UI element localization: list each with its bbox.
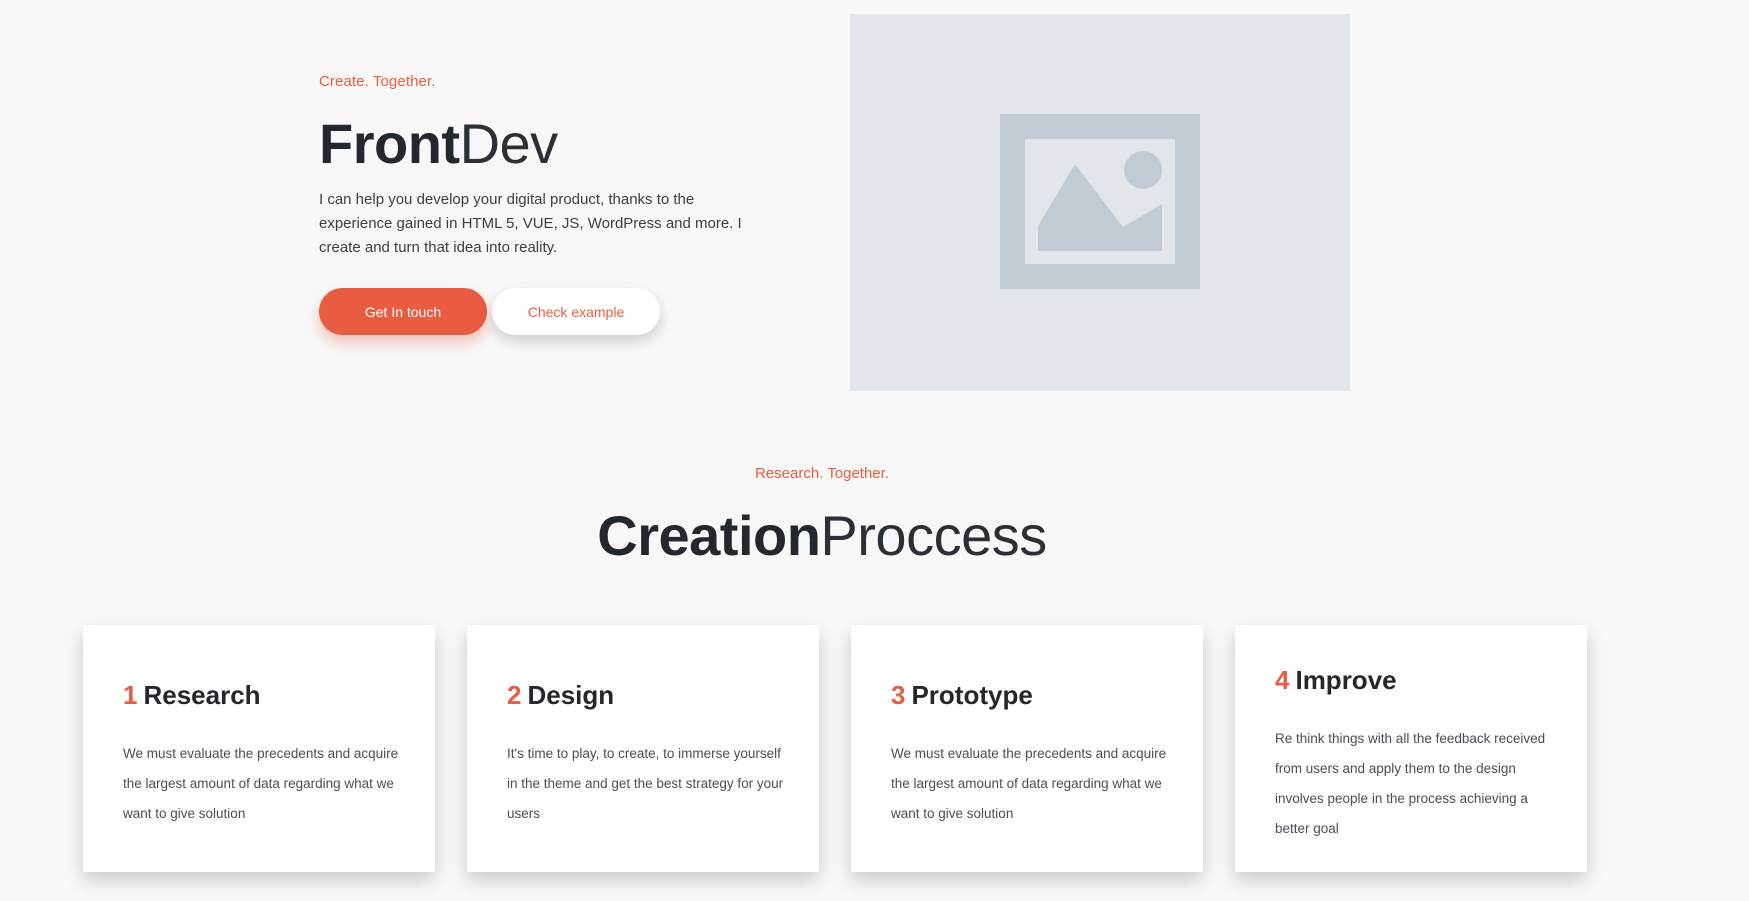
process-title: CreationProccess: [0, 504, 1644, 568]
card-number: 1: [123, 680, 138, 710]
card-text: It's time to play, to create, to immerse…: [507, 746, 784, 821]
card-title: 3 Prototype: [891, 679, 1173, 711]
card-title: 2 Design: [507, 679, 789, 711]
hero-eyebrow: Create. Together.: [319, 73, 436, 90]
hero-buttons: Get In touch Check example: [319, 288, 660, 335]
check-example-button[interactable]: Check example: [492, 288, 660, 335]
process-card-research: 1 Research We must evaluate the precedent…: [83, 625, 435, 872]
process-card-design: 2 Design It's time to play, to create, to…: [467, 625, 819, 872]
card-number: 3: [891, 680, 906, 710]
process-cards: 1 Research We must evaluate the precedent…: [83, 625, 1587, 872]
hero-image: [850, 14, 1350, 391]
card-title: 4 Improve: [1275, 664, 1557, 696]
process-eyebrow: Research. Together.: [755, 465, 889, 482]
card-text: We must evaluate the precedents and acqu…: [123, 746, 399, 821]
hero-title-bold: Front: [319, 112, 460, 175]
process-card-prototype: 3 Prototype We must evaluate the preceden…: [851, 625, 1203, 872]
card-number: 4: [1275, 665, 1290, 695]
card-title-text: Design: [527, 680, 615, 710]
card-number: 2: [507, 680, 522, 710]
process-card-improve: 4 Improve Re think things with all the fe…: [1235, 625, 1587, 872]
process-title-bold: Creation: [597, 504, 821, 567]
image-placeholder-icon: [1000, 114, 1200, 289]
hero-text-block: Create. Together. FrontDev I can help yo…: [319, 72, 774, 260]
card-title: 1 Research: [123, 679, 405, 711]
hero-title: FrontDev: [319, 114, 774, 174]
process-header: Research. Together. CreationProccess: [0, 464, 1644, 568]
card-title-text: Prototype: [911, 680, 1033, 710]
hero-description: I can help you develop your digital prod…: [319, 191, 742, 256]
card-title-text: Research: [143, 680, 261, 710]
card-title-text: Improve: [1295, 665, 1397, 695]
card-text: Re think things with all the feedback re…: [1275, 731, 1546, 836]
get-in-touch-button[interactable]: Get In touch: [319, 288, 487, 335]
process-title-light: Proccess: [820, 504, 1047, 567]
card-text: We must evaluate the precedents and acqu…: [891, 746, 1167, 821]
hero-title-light: Dev: [459, 112, 559, 175]
hero-section: Create. Together. FrontDev I can help yo…: [0, 0, 1749, 400]
